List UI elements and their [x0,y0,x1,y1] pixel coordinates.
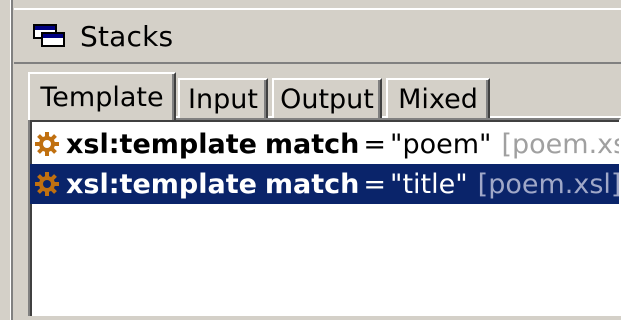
source-file: [poem.xsl] [501,128,619,160]
stacks-icon [30,21,70,51]
list-item[interactable]: xsl:template match = "poem" [poem.xsl] [30,124,619,164]
attribute-value: "poem" [390,128,492,160]
attribute-name: match [264,168,360,200]
element-name: xsl:template [66,128,257,160]
left-frame-border [0,0,13,320]
attribute-value: "title" [390,168,468,200]
gear-icon [34,129,60,159]
list-item-selected[interactable]: xsl:template match = "title" [poem.xsl] [30,164,619,204]
attribute-name: match [264,128,360,160]
tab-template[interactable]: Template [28,72,176,120]
panel-titlebar: Stacks [14,8,621,64]
gear-icon [34,169,60,199]
tab-strip: Template Input Output Mixed [28,66,621,120]
element-name: xsl:template [66,168,257,200]
stacks-panel: Stacks Template Input Output Mixed xsl:t… [14,0,621,320]
source-file: [poem.xsl] [477,168,621,200]
equals-sign: = [363,168,387,200]
tab-input[interactable]: Input [178,78,268,118]
equals-sign: = [363,128,387,160]
tab-mixed[interactable]: Mixed [386,78,490,118]
panel-title: Stacks [80,19,174,53]
tab-output[interactable]: Output [272,78,382,118]
stack-list[interactable]: xsl:template match = "poem" [poem.xsl] [28,118,621,316]
